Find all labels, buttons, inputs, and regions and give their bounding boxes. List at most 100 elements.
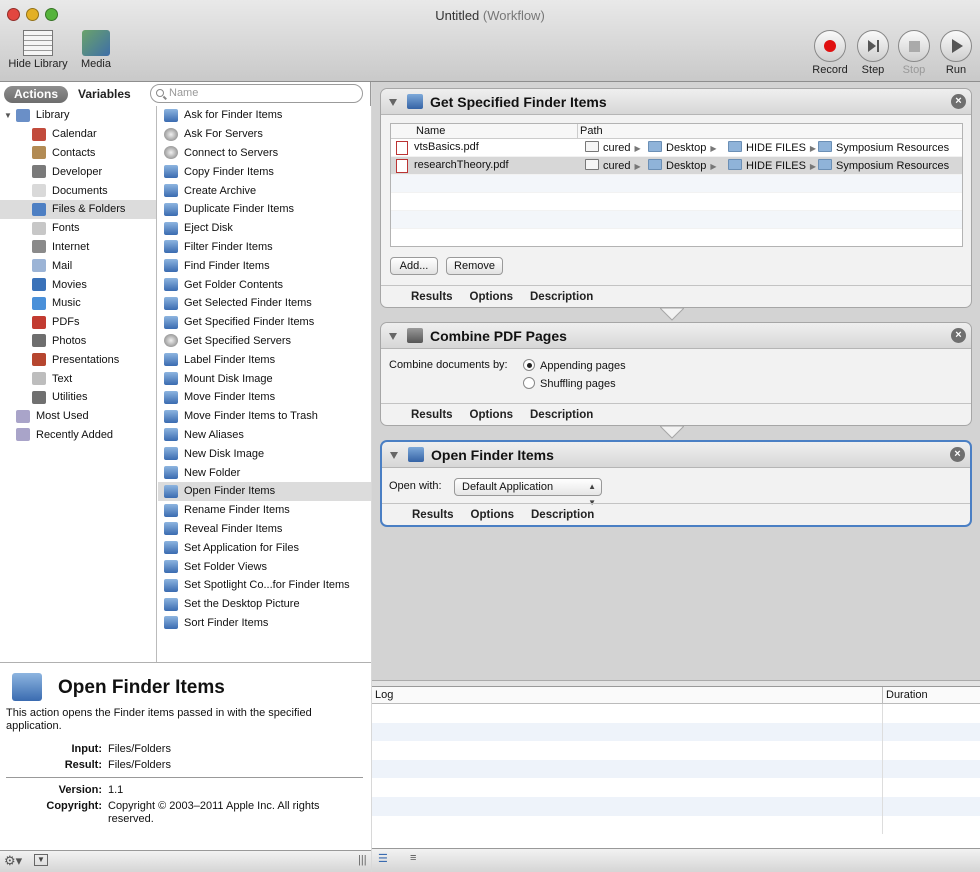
tab-variables[interactable]: Variables [68, 86, 141, 103]
description-tab[interactable]: Description [530, 291, 593, 303]
remove-action-icon[interactable]: × [951, 94, 966, 109]
step-button[interactable]: Step [855, 30, 891, 76]
options-tab[interactable]: Options [471, 509, 514, 521]
description-toggle-icon[interactable]: ▼ [34, 854, 48, 866]
list-view-icon[interactable]: ☰ [378, 852, 396, 868]
run-button[interactable]: Run [938, 30, 974, 76]
stop-button[interactable]: Stop [896, 30, 932, 76]
path-segment-label: cured [603, 160, 631, 172]
library-item[interactable]: Photos [0, 332, 156, 351]
description-tab[interactable]: Description [530, 409, 593, 421]
action-list-item[interactable]: New Disk Image [158, 444, 371, 463]
library-item[interactable]: Recently Added [0, 426, 156, 445]
action-list-item[interactable]: Ask For Servers [158, 125, 371, 144]
search-input[interactable]: Name [150, 84, 363, 103]
disclosure-triangle-icon[interactable] [389, 333, 397, 340]
library-item[interactable]: Movies [0, 275, 156, 294]
shuffling-pages-radio[interactable]: Shuffling pages [523, 377, 616, 390]
action-list-item-label: Ask For Servers [184, 128, 263, 141]
library-item[interactable]: Developer [0, 162, 156, 181]
action-list-item[interactable]: Set Spotlight Co...for Finder Items [158, 576, 371, 595]
results-tab[interactable]: Results [411, 291, 453, 303]
remove-action-icon[interactable]: × [951, 328, 966, 343]
column-path[interactable]: Path [580, 125, 603, 137]
action-list-item[interactable]: Set Application for Files [158, 538, 371, 557]
action-list-item[interactable]: New Folder [158, 463, 371, 482]
disclosure-triangle-icon[interactable] [390, 452, 398, 459]
action-list-item[interactable]: Label Finder Items [158, 350, 371, 369]
action-get-specified-finder-items[interactable]: Get Specified Finder Items × Name Path v… [380, 88, 972, 308]
action-list-item[interactable]: Connect to Servers [158, 144, 371, 163]
library-item[interactable]: Mail [0, 256, 156, 275]
library-item[interactable]: ▼ Library [0, 106, 156, 125]
column-log[interactable]: Log [375, 689, 393, 701]
record-button[interactable]: Record [811, 30, 849, 76]
remove-button[interactable]: Remove [446, 257, 503, 275]
action-list-item[interactable]: Get Specified Finder Items [158, 313, 371, 332]
gear-icon[interactable]: ⚙▾ [4, 853, 22, 869]
library-item[interactable]: Contacts [0, 144, 156, 163]
action-list-item[interactable]: Get Folder Contents [158, 275, 371, 294]
library-item[interactable]: Internet [0, 238, 156, 257]
appending-pages-radio[interactable]: Appending pages [523, 359, 626, 372]
results-tab[interactable]: Results [412, 509, 454, 521]
library-item[interactable]: PDFs [0, 313, 156, 332]
action-list-item[interactable]: Ask for Finder Items [158, 106, 371, 125]
action-list-item[interactable]: Copy Finder Items [158, 162, 371, 181]
path-segment-label: Symposium Resources [836, 142, 950, 154]
column-name[interactable]: Name [416, 125, 445, 137]
open-with-popup[interactable]: Default Application ▲ ▼ [454, 478, 602, 507]
action-list-item[interactable]: Get Selected Finder Items [158, 294, 371, 313]
media-button[interactable]: Media [76, 30, 116, 70]
action-list-item[interactable]: Eject Disk [158, 219, 371, 238]
table-row[interactable]: vtsBasics.pdf cured ▶ Desktop ▶ HIDE FILES ▶ Sy… [391, 139, 962, 157]
internet-icon [32, 240, 46, 254]
log-row [372, 816, 980, 835]
action-list-item[interactable]: Sort Finder Items [158, 614, 371, 633]
options-tab[interactable]: Options [470, 409, 513, 421]
options-tab[interactable]: Options [470, 291, 513, 303]
library-item[interactable]: Calendar [0, 125, 156, 144]
disclosure-triangle-icon[interactable] [389, 99, 397, 106]
add-button[interactable]: Add... [390, 257, 438, 275]
action-list-item[interactable]: New Aliases [158, 426, 371, 445]
library-item[interactable]: Utilities [0, 388, 156, 407]
library-item[interactable]: Text [0, 369, 156, 388]
action-list-item[interactable]: Mount Disk Image [158, 369, 371, 388]
hide-library-button[interactable]: Hide Library [6, 30, 70, 70]
action-list-item[interactable]: Set Folder Views [158, 557, 371, 576]
action-list-item[interactable]: Move Finder Items [158, 388, 371, 407]
action-list-item[interactable]: Filter Finder Items [158, 238, 371, 257]
disclosure-triangle-icon[interactable]: ▼ [4, 111, 12, 120]
library-item[interactable]: Music [0, 294, 156, 313]
action-list-item[interactable]: Open Finder Items [158, 481, 371, 501]
action-list-item[interactable]: Rename Finder Items [158, 501, 371, 520]
log-level-icon[interactable]: ≡ [410, 852, 428, 868]
folder-icon [648, 141, 662, 152]
action-list-item[interactable]: Duplicate Finder Items [158, 200, 371, 219]
documents-icon [32, 184, 46, 198]
library-item[interactable]: Documents [0, 181, 156, 200]
action-list-item-label: Eject Disk [184, 222, 233, 235]
tab-actions[interactable]: Actions [4, 86, 69, 103]
library-item[interactable]: Files & Folders [0, 199, 156, 219]
finder-action-icon [164, 466, 178, 480]
library-item[interactable]: Fonts [0, 219, 156, 238]
action-open-finder-items[interactable]: Open Finder Items × Open with: Default A… [380, 440, 972, 527]
library-item[interactable]: Presentations [0, 350, 156, 369]
action-list-item[interactable]: Get Specified Servers [158, 332, 371, 351]
action-list-item[interactable]: Create Archive [158, 181, 371, 200]
remove-action-icon[interactable]: × [950, 447, 965, 462]
action-list-item[interactable]: Find Finder Items [158, 256, 371, 275]
action-combine-pdf-pages[interactable]: Combine PDF Pages × Combine documents by… [380, 322, 972, 426]
action-list-item[interactable]: Set the Desktop Picture [158, 595, 371, 614]
column-duration[interactable]: Duration [886, 689, 928, 701]
action-list-item[interactable]: Reveal Finder Items [158, 520, 371, 539]
description-tab[interactable]: Description [531, 509, 594, 521]
results-tab[interactable]: Results [411, 409, 453, 421]
action-list-item[interactable]: Move Finder Items to Trash [158, 407, 371, 426]
splitter-handle-icon[interactable]: ||| [358, 854, 367, 866]
library-item[interactable]: Most Used [0, 407, 156, 426]
action-list-item-label: Get Selected Finder Items [184, 297, 312, 310]
table-row[interactable]: researchTheory.pdf cured ▶ Desktop ▶ HIDE FIL… [391, 157, 962, 175]
